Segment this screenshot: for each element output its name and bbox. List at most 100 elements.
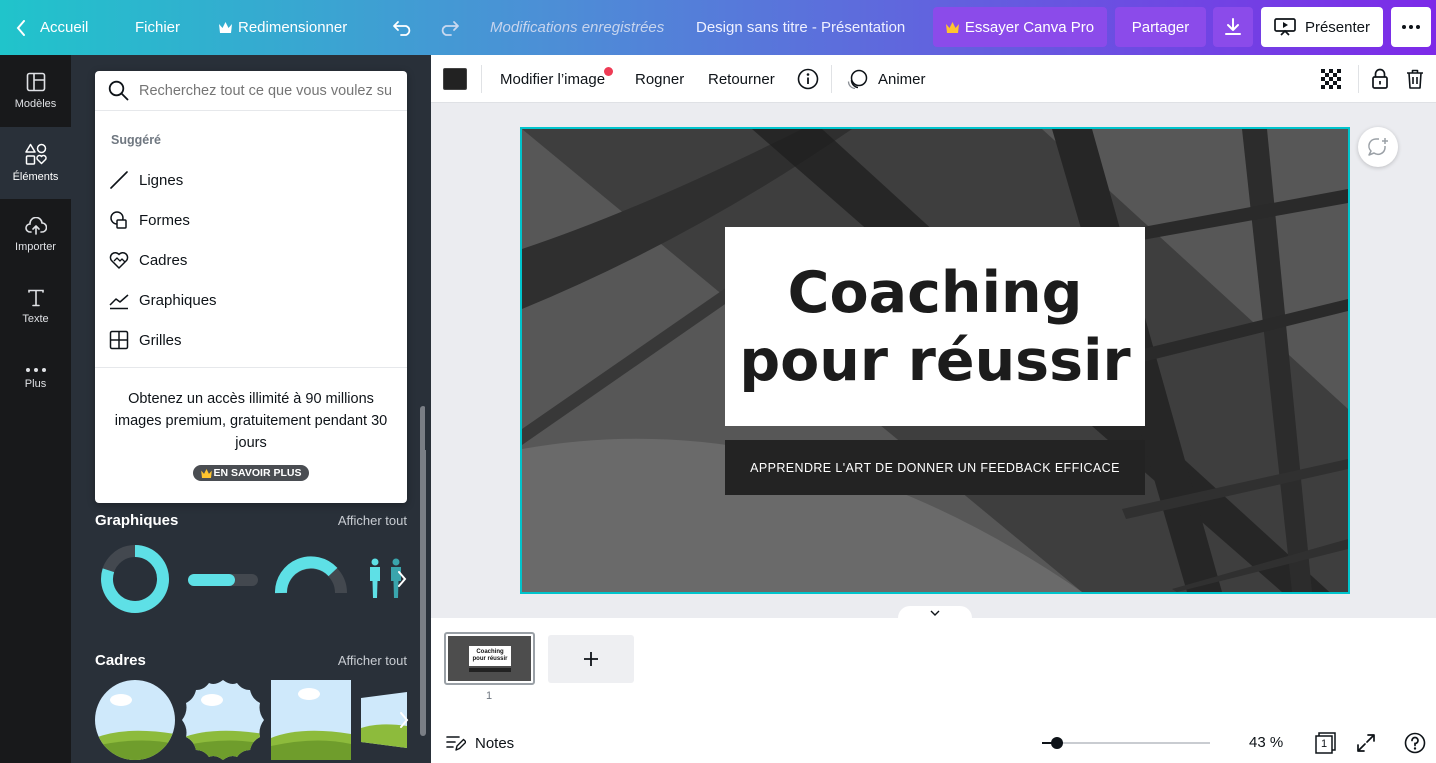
charts-section-title: Graphiques [95,512,179,529]
more-dots-icon [1402,25,1420,29]
learn-more-button[interactable]: EN SAVOIR PLUS [193,465,309,481]
rail-item-upload[interactable]: Importer [0,199,71,271]
zoom-slider[interactable] [1042,737,1210,749]
page-count-button[interactable]: 1 [1314,732,1336,754]
subtitle-box[interactable]: APPRENDRE L'ART DE DONNER UN FEEDBACK EF… [725,440,1145,495]
fullscreen-button[interactable] [1356,733,1376,753]
edit-image-label: Modifier l’image [500,70,606,88]
present-icon [1274,18,1296,36]
page-count: 1 [1320,738,1328,750]
slide-subtitle[interactable]: APPRENDRE L'ART DE DONNER UN FEEDBACK EF… [750,461,1120,475]
frames-next-arrow[interactable] [399,712,409,728]
slide[interactable]: Coaching pour réussir APPRENDRE L'ART DE… [520,127,1350,594]
home-label: Accueil [40,19,89,36]
crown-icon [200,468,212,478]
suggest-label-shapes: Formes [139,211,190,229]
frame-scallop-thumbnail[interactable] [182,680,264,760]
crop-button[interactable]: Rogner [635,55,684,103]
more-options-button[interactable] [1391,7,1431,47]
charts-next-arrow[interactable] [397,571,407,587]
document-title[interactable]: Design sans titre - Présentation [696,0,905,55]
chart-icon [109,290,129,310]
download-icon [1224,18,1242,36]
notes-button[interactable]: Notes [446,732,514,754]
animate-icon [846,69,868,89]
chart-progress-bar-thumbnail[interactable] [188,573,258,587]
animate-button[interactable]: Animer [846,55,926,103]
crown-icon [945,21,959,33]
file-menu[interactable]: Fichier [135,0,180,55]
text-icon [27,289,45,307]
frame-square-thumbnail[interactable] [271,680,351,760]
info-button[interactable] [797,55,819,103]
chart-donut-thumbnail[interactable] [99,543,171,615]
zoom-level[interactable]: 43 % [1249,734,1283,751]
rail-label-elements: Éléments [12,171,59,183]
thumb-title-line2: pour réussir [472,656,508,662]
rail-item-elements[interactable]: Éléments [0,127,71,199]
slide-title-line2[interactable]: pour réussir [739,327,1130,395]
redo-button[interactable] [438,0,460,55]
download-button[interactable] [1213,7,1253,47]
home-button[interactable]: Accueil [16,0,88,55]
delete-button[interactable] [1406,55,1424,103]
panel-scrollbar[interactable] [420,406,426,736]
edit-image-button[interactable]: Modifier l’image [500,55,614,103]
learn-more-label: EN SAVOIR PLUS [213,467,302,479]
transparency-icon [1321,69,1341,89]
undo-icon [392,20,414,36]
suggest-label-frames: Cadres [139,251,188,269]
color-swatch[interactable] [443,68,467,90]
slide-title-line1[interactable]: Coaching [788,259,1083,327]
frame-circle-thumbnail[interactable] [95,680,175,760]
toolbar-divider [1358,65,1359,93]
page-number: 1 [486,690,493,702]
transparency-button[interactable] [1321,55,1341,103]
suggest-label-grids: Grilles [139,331,182,349]
toolbar-divider [481,65,482,93]
lock-button[interactable] [1371,55,1389,103]
notes-label: Notes [475,734,515,752]
help-button[interactable] [1404,732,1426,754]
undo-button[interactable] [392,0,414,55]
resize-button[interactable]: Redimensionner [219,0,347,55]
resize-label: Redimensionner [238,19,348,36]
suggest-item-lines[interactable]: Lignes [109,168,183,192]
page-thumbnail[interactable]: Coaching pour réussir [444,632,535,685]
zoom-slider-track [1042,742,1210,744]
charts-see-all-link[interactable]: Afficher tout [338,513,407,528]
search-dropdown: Suggéré Lignes Formes Cadres Graphiques … [95,71,407,503]
share-button[interactable]: Partager [1115,7,1206,47]
search-input[interactable] [139,82,391,99]
thumb-subtitle-bar [469,668,511,672]
grid-icon [109,330,129,350]
redo-icon [438,20,460,36]
title-box[interactable]: Coaching pour réussir [725,227,1145,426]
rail-label-more: Plus [24,378,47,390]
frames-see-all-link[interactable]: Afficher tout [338,653,407,668]
rail-item-more[interactable]: Plus [0,343,71,415]
try-pro-button[interactable]: Essayer Canva Pro [933,7,1107,47]
info-icon [797,68,819,90]
add-page-button[interactable] [548,635,634,683]
suggest-item-frames[interactable]: Cadres [109,248,187,272]
templates-icon [26,72,46,92]
search-bar[interactable] [95,71,407,111]
chart-gauge-thumbnail[interactable] [275,555,347,595]
suggest-item-charts[interactable]: Graphiques [109,288,217,312]
notification-dot [604,67,614,76]
search-icon [108,80,129,101]
suggested-heading: Suggéré [111,133,162,147]
present-button[interactable]: Présenter [1261,7,1383,47]
rail-item-templates[interactable]: Modèles [0,55,71,127]
elements-icon [24,143,47,165]
suggest-item-shapes[interactable]: Formes [109,208,190,232]
promo-text: Obtenez un accès illimité à 90 millions … [114,391,388,451]
add-comment-button[interactable] [1358,127,1398,167]
suggest-item-grids[interactable]: Grilles [109,328,182,352]
rail-item-text[interactable]: Texte [0,271,71,343]
flip-button[interactable]: Retourner [708,55,775,103]
line-icon [109,170,129,190]
zoom-slider-knob[interactable] [1051,737,1063,749]
comment-plus-icon [1367,137,1389,157]
